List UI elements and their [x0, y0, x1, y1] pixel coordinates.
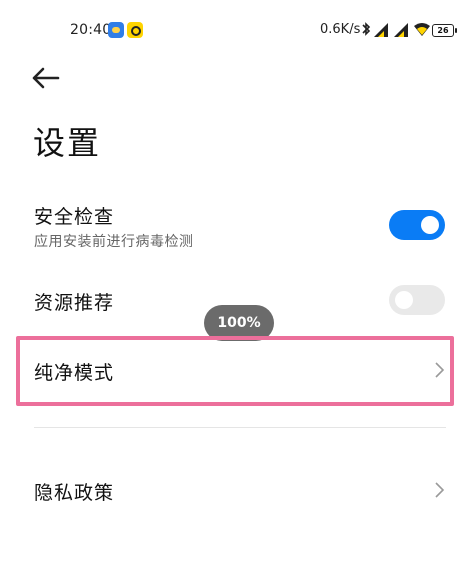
- battery-indicator: 26: [432, 24, 457, 37]
- network-speed: 0.6K/s: [320, 22, 361, 37]
- divider: [34, 427, 446, 428]
- bluetooth-icon: [362, 22, 371, 36]
- app-notification-icon-yellow: [127, 22, 143, 38]
- status-time: 20:40: [70, 22, 112, 38]
- signal-icon: [374, 23, 388, 37]
- status-bar: 20:40 0.6K/s 26: [0, 18, 472, 44]
- highlight-box: [16, 336, 454, 406]
- signal-icon-2: [394, 23, 408, 37]
- setting-row-privacy-policy[interactable]: 隐私政策: [0, 470, 472, 510]
- wifi-icon: [414, 23, 430, 36]
- back-arrow-icon[interactable]: [30, 66, 64, 90]
- setting-row-security-check[interactable]: 安全检查 应用安装前进行病毒检测: [0, 198, 472, 258]
- setting-title: 资源推荐: [34, 292, 115, 314]
- resource-recommend-toggle[interactable]: [389, 285, 445, 315]
- setting-title: 安全检查: [34, 206, 115, 228]
- security-check-toggle[interactable]: [389, 210, 445, 240]
- toggle-knob: [421, 216, 439, 234]
- setting-subtitle: 应用安装前进行病毒检测: [34, 234, 194, 250]
- page-title: 设置: [33, 124, 102, 162]
- setting-title: 隐私政策: [34, 482, 115, 504]
- toggle-knob: [395, 291, 413, 309]
- app-notification-icon: [108, 22, 124, 38]
- chevron-right-icon: [435, 482, 445, 498]
